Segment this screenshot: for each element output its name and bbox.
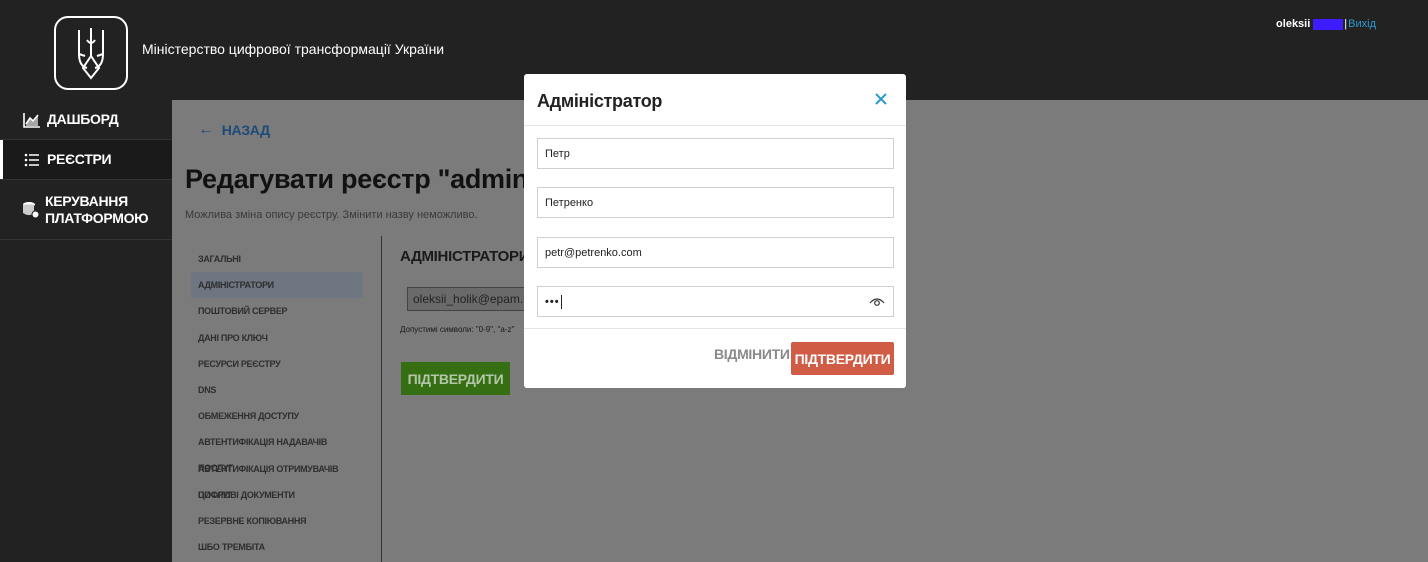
modal-confirm-button[interactable]: ПІДТВЕРДИТИ	[791, 342, 894, 375]
back-link[interactable]: ← НАЗАД	[198, 121, 270, 139]
section-recipient-auth[interactable]: АВТЕНТИФІКАЦІЯ ОТРИМУВАЧІВ ПОСЛУГ	[191, 456, 363, 500]
first-name-field[interactable]: Петр	[537, 138, 894, 169]
section-title: АДМІНІСТРАТОРИ	[400, 248, 530, 265]
last-name-field[interactable]: Петренко	[537, 187, 894, 218]
section-backup[interactable]: РЕЗЕРВНЕ КОПІЮВАННЯ	[191, 508, 363, 534]
trident-logo[interactable]	[54, 16, 128, 90]
database-gear-icon	[22, 201, 40, 219]
cancel-button[interactable]: ВІДМІНИТИ	[714, 346, 790, 362]
close-icon[interactable]	[874, 92, 888, 106]
ministry-name: Міністерство цифрової трансформації Укра…	[142, 41, 445, 57]
section-resources[interactable]: РЕСУРСИ РЕЄСТРУ	[191, 351, 363, 377]
sidebar-item-dashboard[interactable]: ДАШБОРД	[0, 100, 172, 140]
password-field[interactable]: •••	[537, 286, 894, 317]
chart-icon	[22, 111, 42, 129]
section-access-restrictions[interactable]: ОБМЕЖЕННЯ ДОСТУПУ	[191, 403, 363, 429]
arrow-left-icon: ←	[198, 121, 214, 138]
section-dns[interactable]: DNS	[191, 377, 363, 403]
user-separator: |	[1344, 18, 1348, 30]
sidebar-item-platform[interactable]: КЕРУВАННЯ ПЛАТФОРМОЮ	[0, 180, 172, 240]
section-nav: ЗАГАЛЬНІ АДМІНІСТРАТОРИ ПОШТОВИЙ СЕРВЕР …	[191, 246, 363, 560]
modal-footer-divider	[524, 328, 906, 329]
list-icon	[22, 151, 42, 169]
section-key-data[interactable]: ДАНІ ПРО КЛЮЧ	[191, 325, 363, 351]
section-administrators[interactable]: АДМІНІСТРАТОРИ	[191, 272, 363, 299]
back-label: НАЗАД	[221, 122, 270, 138]
email-field[interactable]: petr@petrenko.com	[537, 237, 894, 268]
sidebar: ДАШБОРД РЕЄСТРИ КЕРУВАННЯ ПЛАТФОРМОЮ	[0, 100, 172, 562]
page-subtitle: Можлива зміна опису реєстру. Змінити наз…	[185, 209, 478, 221]
allowed-symbols-hint: Допустимі символи: "0-9", "a-z"	[400, 325, 515, 334]
sidebar-item-registries[interactable]: РЕЄСТРИ	[0, 140, 172, 180]
vertical-divider	[381, 236, 382, 562]
sidebar-item-label: КЕРУВАННЯ ПЛАТФОРМОЮ	[45, 192, 149, 226]
sidebar-item-label: РЕЄСТРИ	[47, 151, 112, 167]
redacted-username	[1313, 18, 1344, 30]
section-mail-server[interactable]: ПОШТОВИЙ СЕРВЕР	[191, 298, 363, 324]
confirm-button[interactable]: ПІДТВЕРДИТИ	[401, 362, 510, 395]
section-trembita[interactable]: ШБО ТРЕМБІТА	[191, 534, 363, 560]
admin-modal: Адміністратор Петр Петренко petr@petrenk…	[524, 74, 906, 388]
eye-icon[interactable]	[869, 295, 885, 308]
modal-title: Адміністратор	[537, 91, 663, 111]
section-general[interactable]: ЗАГАЛЬНІ	[191, 246, 363, 272]
logout-link[interactable]: Вихід	[1348, 18, 1376, 30]
user-bar: oleksii | Вихід	[1276, 18, 1376, 30]
sidebar-item-label: ДАШБОРД	[47, 111, 119, 127]
modal-header: Адміністратор	[524, 74, 906, 126]
section-provider-auth[interactable]: АВТЕНТИФІКАЦІЯ НАДАВАЧІВ ПОСЛУГ	[191, 429, 363, 473]
trident-icon	[78, 28, 104, 80]
text-cursor	[560, 294, 562, 309]
admin-chip[interactable]: oleksii_holik@epam.c	[407, 287, 532, 311]
section-digital-documents[interactable]: ЦИФРОВІ ДОКУМЕНТИ	[191, 482, 363, 508]
user-name: oleksii	[1276, 18, 1311, 30]
password-mask: •••	[545, 295, 560, 308]
